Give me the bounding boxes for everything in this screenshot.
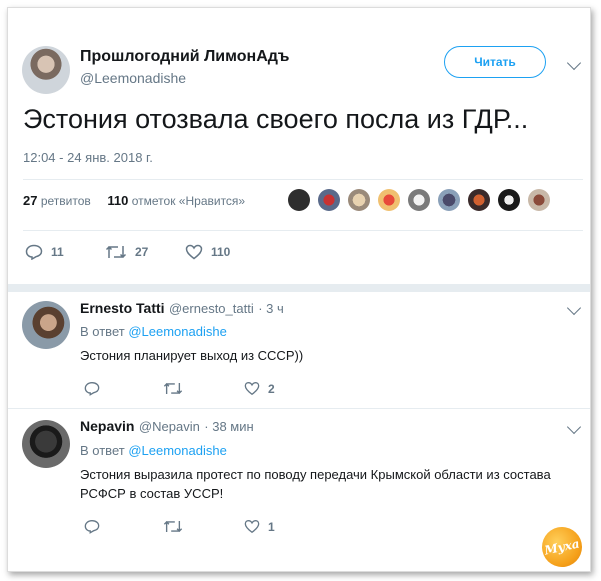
like-count: 1: [268, 519, 275, 534]
retweet-count: 27: [135, 245, 149, 259]
liker-avatar[interactable]: [498, 189, 520, 211]
reply-author-handle[interactable]: @Nepavin: [139, 419, 200, 434]
reply-icon: [84, 382, 100, 396]
reply-to-handle[interactable]: @Leemonadishe: [128, 443, 226, 458]
liker-avatar[interactable]: [528, 189, 550, 211]
author-handle[interactable]: @Leemonadishe: [80, 70, 186, 86]
reply-author-handle[interactable]: @ernesto_tatti: [169, 301, 254, 316]
reply-author-name[interactable]: Nepavin: [80, 418, 134, 434]
liker-avatar[interactable]: [378, 189, 400, 211]
tweet-stats: 27 ретвитов 110 отметок «Нравится»: [23, 193, 245, 208]
watermark-logo: Муха: [538, 523, 586, 571]
follow-button[interactable]: Читать: [444, 46, 546, 78]
retweet-button[interactable]: [163, 519, 191, 534]
divider: [23, 179, 583, 180]
tweet-text: Эстония отозвала своего посла из ГДР...: [23, 104, 529, 134]
liker-avatar[interactable]: [408, 189, 430, 211]
like-button[interactable]: 2: [244, 381, 275, 396]
reply-button[interactable]: 11: [25, 244, 64, 260]
like-button[interactable]: 1: [244, 519, 275, 534]
tweet-card: Прошлогодний ЛимонАдъ @Leemonadishe Чита…: [7, 7, 591, 572]
liker-avatar[interactable]: [288, 189, 310, 211]
liker-avatar[interactable]: [468, 189, 490, 211]
reply-button[interactable]: [84, 381, 108, 396]
tweet-timestamp[interactable]: 12:04 - 24 янв. 2018 г.: [23, 150, 153, 165]
heart-icon: [244, 382, 260, 396]
liker-avatar[interactable]: [348, 189, 370, 211]
liker-avatars: [288, 189, 558, 211]
likes-count[interactable]: 110: [107, 193, 128, 208]
reply-avatar[interactable]: [22, 420, 70, 468]
author-avatar[interactable]: [22, 46, 70, 94]
reply-icon: [25, 244, 43, 260]
chevron-down-icon[interactable]: [566, 55, 582, 71]
reply-text-line: Эстония выразила протест по поводу перед…: [80, 467, 551, 482]
retweet-icon: [105, 245, 127, 259]
reply-button[interactable]: [84, 519, 108, 534]
reply-to-prefix: В ответ: [80, 443, 125, 458]
retweet-icon: [163, 382, 183, 395]
reply-count: 11: [51, 245, 64, 259]
reply-author-name[interactable]: Ernesto Tatti: [80, 300, 165, 316]
section-separator: [8, 284, 590, 292]
liker-avatar[interactable]: [438, 189, 460, 211]
reply-icon: [84, 520, 100, 534]
reply-divider: [8, 408, 590, 409]
reply-header: Ernesto Tatti @ernesto_tatti · 3 ч: [80, 300, 284, 318]
chevron-down-icon[interactable]: [566, 300, 582, 316]
reply-to-handle[interactable]: @Leemonadishe: [128, 324, 226, 339]
retweet-icon: [163, 520, 183, 533]
reply-to-line: В ответ @Leemonadishe: [80, 443, 227, 458]
reply-text: Эстония планирует выход из СССР)): [80, 348, 304, 363]
reply-avatar[interactable]: [22, 301, 70, 349]
reply-header: Nepavin @Nepavin · 38 мин: [80, 418, 254, 436]
retweet-button[interactable]: [163, 381, 191, 396]
retweets-label[interactable]: ретвитов: [41, 194, 91, 208]
reply-time[interactable]: · 3 ч: [258, 301, 284, 316]
divider: [23, 230, 583, 231]
reply-to-prefix: В ответ: [80, 324, 125, 339]
heart-icon: [185, 244, 203, 260]
reply-text: Эстония выразила протест по поводу перед…: [80, 465, 580, 503]
author-name[interactable]: Прошлогодний ЛимонАдъ: [80, 48, 289, 66]
like-button[interactable]: 110: [185, 244, 230, 260]
like-count: 2: [268, 381, 275, 396]
retweets-count[interactable]: 27: [23, 193, 37, 208]
likes-label[interactable]: отметок «Нравится»: [132, 194, 245, 208]
heart-icon: [244, 520, 260, 534]
like-count: 110: [211, 245, 231, 259]
reply-text-line: РСФСР в состав УССР!: [80, 486, 224, 501]
reply-to-line: В ответ @Leemonadishe: [80, 324, 227, 339]
chevron-down-icon[interactable]: [566, 419, 582, 435]
retweet-button[interactable]: 27: [105, 244, 148, 260]
liker-avatar[interactable]: [318, 189, 340, 211]
reply-time[interactable]: · 38 мин: [204, 419, 253, 434]
